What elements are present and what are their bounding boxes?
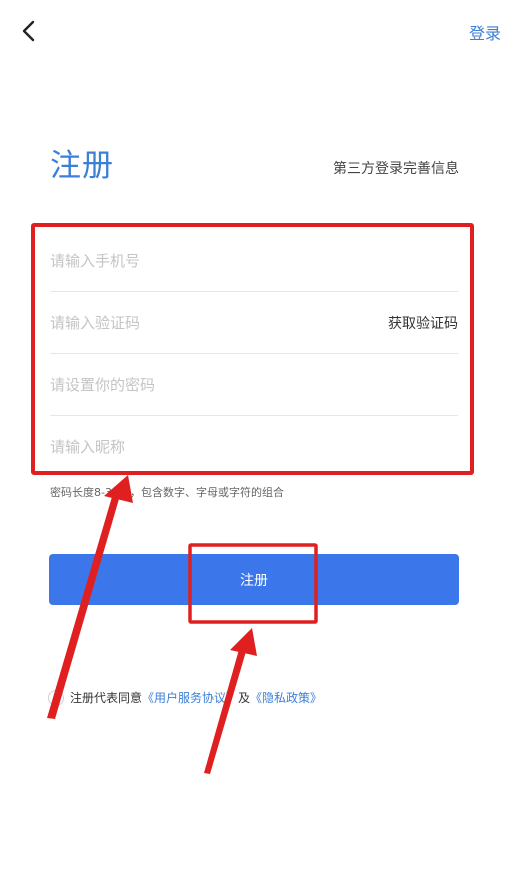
agreement-row: 注册代表同意 《用户服务协议》 及 《隐私政策》 xyxy=(48,689,322,706)
page-title: 注册 xyxy=(50,148,114,184)
chevron-left-icon xyxy=(22,20,35,42)
login-link[interactable]: 登录 xyxy=(469,20,501,44)
nickname-field-row xyxy=(50,416,458,477)
register-button[interactable]: 注册 xyxy=(49,554,459,605)
code-field-row: 获取验证码 xyxy=(50,292,458,354)
get-code-button[interactable]: 获取验证码 xyxy=(388,313,458,333)
agreement-joiner: 及 xyxy=(238,691,251,705)
nickname-input[interactable] xyxy=(50,426,458,467)
third-party-info-text: 第三方登录完善信息 xyxy=(333,161,459,177)
password-field-row xyxy=(50,354,458,416)
password-hint: 密码长度8-32位，包含数字、字母或字符的组合 xyxy=(50,486,284,499)
privacy-policy-link[interactable]: 《隐私政策》 xyxy=(250,689,322,706)
top-bar: 登录 xyxy=(0,0,511,62)
verification-code-input[interactable] xyxy=(50,302,350,343)
register-form: 获取验证码 xyxy=(50,230,458,477)
back-button[interactable] xyxy=(14,16,44,46)
agreement-prefix: 注册代表同意 xyxy=(70,691,143,705)
phone-input[interactable] xyxy=(50,240,458,281)
user-agreement-link[interactable]: 《用户服务协议》 xyxy=(142,689,238,706)
agreement-radio[interactable] xyxy=(48,689,64,706)
phone-field-row xyxy=(50,230,458,292)
password-input[interactable] xyxy=(50,364,458,405)
